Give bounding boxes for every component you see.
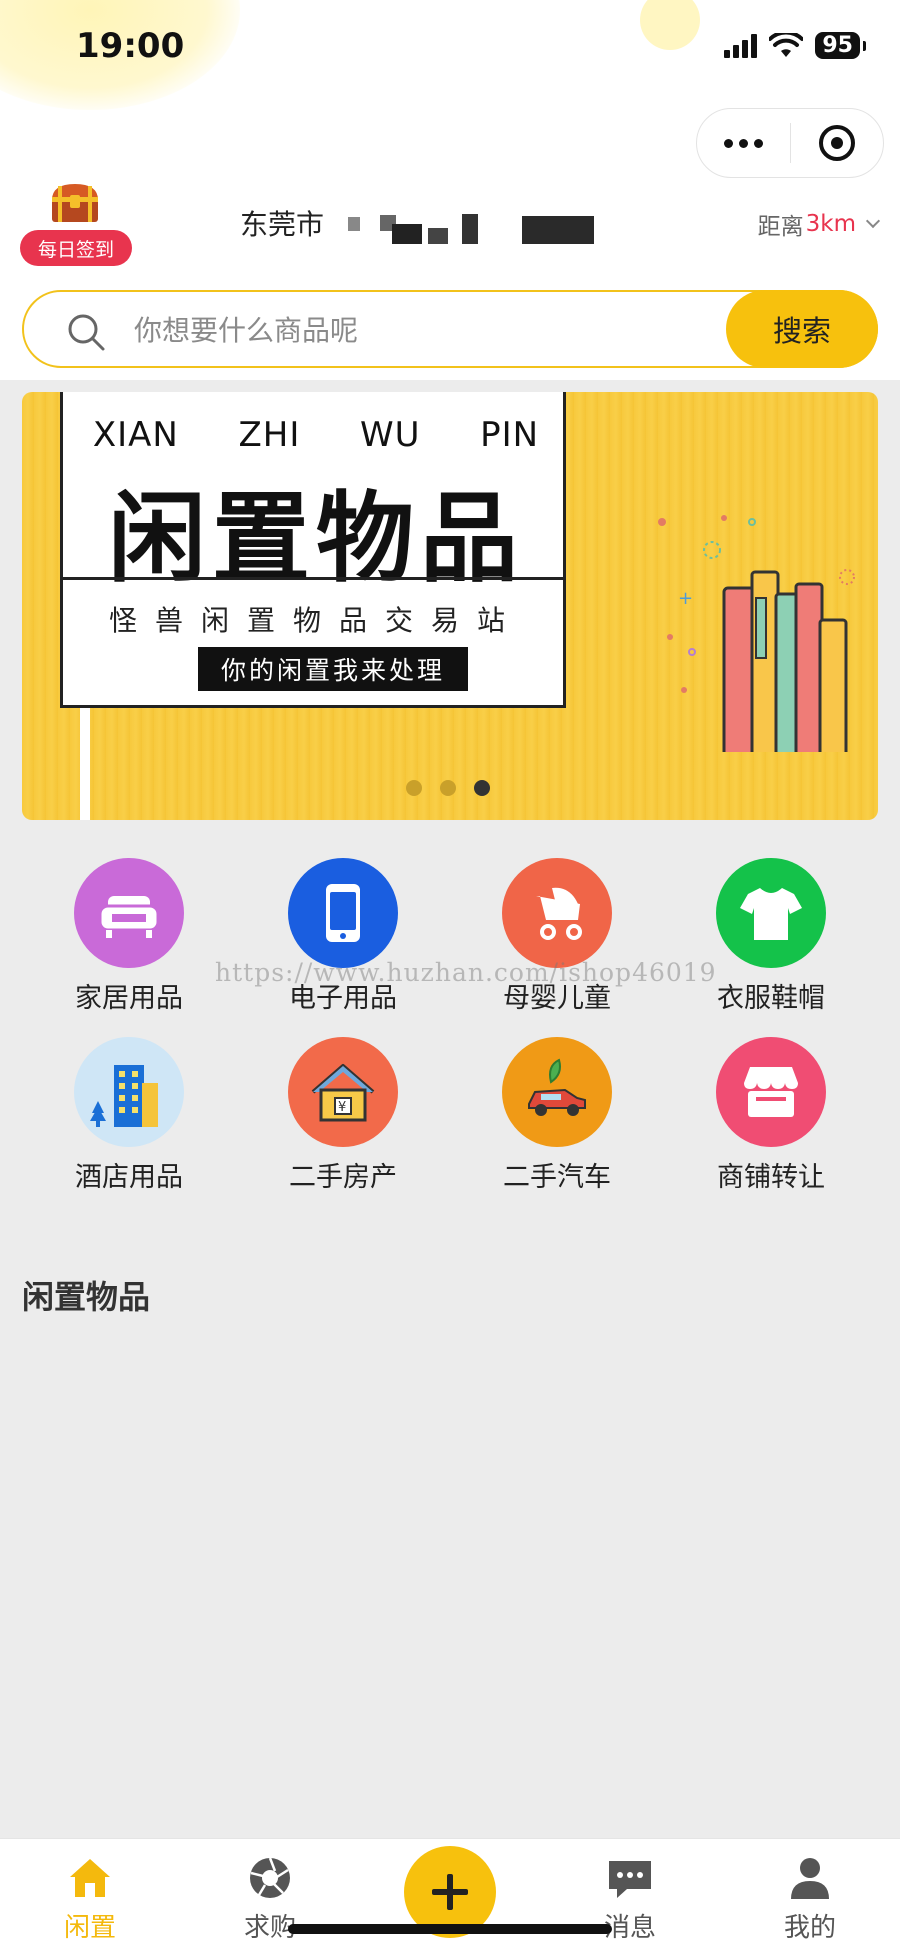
distance-value: 3km: [805, 211, 856, 237]
sofa-icon: [74, 858, 184, 968]
user-icon: [791, 1858, 829, 1899]
pinyin-word: XIAN: [92, 415, 179, 455]
category-label: 衣服鞋帽: [717, 983, 825, 1014]
category-shop-transfer[interactable]: 商铺转让: [664, 1037, 878, 1194]
miniprogram-capsule: [696, 108, 884, 178]
svg-text:¥: ¥: [338, 1100, 346, 1115]
category-label: 二手房产: [289, 1162, 397, 1193]
category-hotel-supplies[interactable]: 酒店用品: [22, 1037, 236, 1194]
banner-card: XIAN ZHI WU PIN 闲置物品 怪兽闲置物品交易站 你的闲置我来处理: [60, 392, 566, 708]
hotel-icon: [74, 1037, 184, 1147]
status-time: 19:00: [76, 26, 185, 66]
pinyin-word: PIN: [480, 415, 540, 455]
search-bar: 搜索: [22, 290, 878, 368]
carousel-dot-active[interactable]: [474, 780, 490, 796]
banner-carousel[interactable]: XIAN ZHI WU PIN 闲置物品 怪兽闲置物品交易站 你的闲置我来处理 …: [22, 392, 878, 820]
home-indicator: [288, 1924, 612, 1934]
plus-icon: [432, 1874, 468, 1910]
close-miniprogram-icon[interactable]: [791, 125, 883, 161]
category-label: 家居用品: [75, 983, 183, 1014]
category-electronics[interactable]: 电子用品: [236, 858, 450, 1015]
phone-icon: [288, 858, 398, 968]
signal-icon: [724, 33, 758, 58]
category-used-cars[interactable]: 二手汽车: [450, 1037, 664, 1194]
stroller-icon: [502, 858, 612, 968]
banner-subtitle: 怪兽闲置物品交易站: [108, 604, 523, 637]
tab-profile[interactable]: 我的: [720, 1839, 900, 1947]
chevron-down-icon: [865, 213, 881, 229]
treasure-chest-icon: [52, 184, 98, 222]
pinyin-word: ZHI: [238, 415, 301, 455]
category-home-goods[interactable]: 家居用品: [22, 858, 236, 1015]
carousel-dot[interactable]: [440, 780, 456, 796]
checkin-label: 每日签到: [20, 230, 132, 266]
tab-label: 消息: [603, 1913, 656, 1943]
category-grid: 家居用品 电子用品 母婴儿童 衣服鞋帽 酒店用品 ¥ 二手房产 二手汽车 商铺转…: [22, 858, 878, 1194]
search-button[interactable]: 搜索: [726, 290, 878, 368]
distance-prefix: 距离: [757, 214, 804, 240]
header-area: 19:00 95 每日签到 东莞市 距离 3km 你想要什么商品呢 搜索: [0, 0, 900, 380]
category-real-estate[interactable]: ¥ 二手房产: [236, 1037, 450, 1194]
category-label: 二手汽车: [503, 1162, 611, 1193]
distance-filter[interactable]: 距离 3km: [757, 207, 881, 241]
car-icon: [502, 1037, 612, 1147]
redacted-address: [392, 224, 422, 244]
redacted-address: [462, 214, 478, 244]
daily-checkin-button[interactable]: 每日签到: [20, 180, 132, 270]
books-illustration: +: [658, 515, 855, 752]
category-label: 商铺转让: [717, 1162, 825, 1193]
category-label: 酒店用品: [75, 1162, 183, 1193]
tshirt-icon: [716, 858, 826, 968]
redacted-address: [522, 216, 594, 244]
carousel-dot[interactable]: [406, 780, 422, 796]
category-baby-kids[interactable]: 母婴儿童: [450, 858, 664, 1015]
location-text[interactable]: 东莞市: [240, 203, 324, 243]
pinyin-word: WU: [360, 415, 421, 455]
svg-text:+: +: [678, 588, 693, 609]
tab-label: 闲置: [63, 1913, 116, 1943]
search-input[interactable]: [134, 308, 734, 352]
banner-pinyin: XIAN ZHI WU PIN: [63, 415, 569, 455]
more-icon[interactable]: [697, 138, 790, 148]
home-icon: [70, 1859, 110, 1897]
redacted-address: [428, 228, 448, 244]
aperture-icon: [250, 1857, 290, 1898]
banner-tagline: 你的闲置我来处理: [198, 647, 468, 691]
status-icons: 95: [724, 32, 866, 59]
category-clothing[interactable]: 衣服鞋帽: [664, 858, 878, 1015]
tab-idle[interactable]: 闲置: [0, 1839, 180, 1947]
battery-indicator: 95: [815, 32, 866, 59]
search-icon: [68, 314, 105, 351]
section-title: 闲置物品: [22, 1278, 151, 1316]
house-icon: ¥: [288, 1037, 398, 1147]
carousel-indicator: [406, 780, 490, 796]
shop-icon: [716, 1037, 826, 1147]
watermark-text: https://www.huzhan.com/ishop46019: [215, 958, 717, 987]
redacted-address: [348, 217, 360, 231]
tab-label: 我的: [783, 1913, 836, 1943]
chat-icon: [609, 1861, 651, 1898]
wifi-icon: [769, 32, 804, 57]
